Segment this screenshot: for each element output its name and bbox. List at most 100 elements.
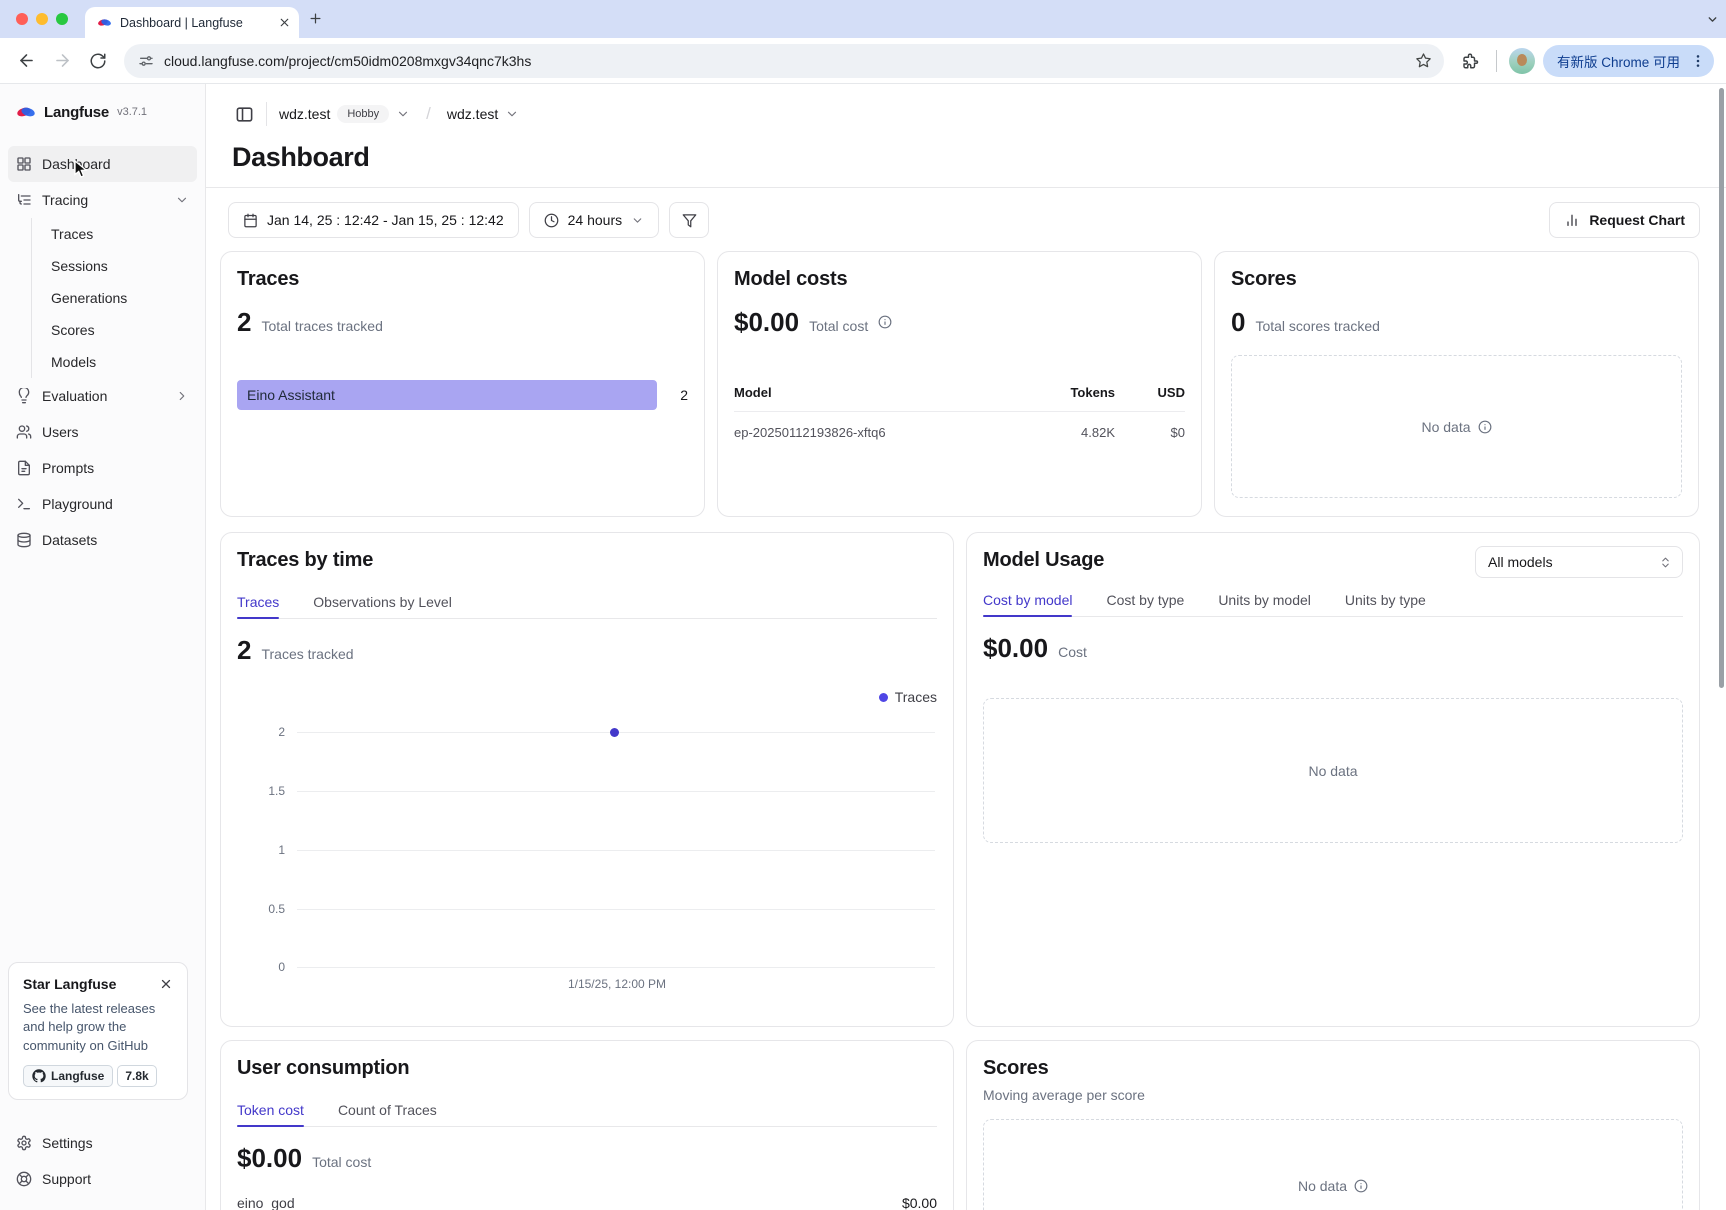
table-row[interactable]: ep-20250112193826-xftq6 4.82K $0	[734, 412, 1185, 440]
sidebar-item-label: Prompts	[42, 460, 94, 476]
sidebar-item-traces[interactable]: Traces	[51, 218, 197, 250]
date-range-button[interactable]: Jan 14, 25 : 12:42 - Jan 15, 25 : 12:42	[228, 202, 519, 238]
sidebar-item-settings[interactable]: Settings	[8, 1125, 197, 1161]
back-icon[interactable]	[12, 47, 40, 75]
request-chart-button[interactable]: Request Chart	[1549, 202, 1700, 238]
model-usage-cost-value: $0.00	[983, 633, 1048, 664]
y-tick: 2	[237, 725, 285, 739]
minimize-window-button[interactable]	[36, 13, 48, 25]
sidebar-item-evaluation[interactable]: Evaluation	[8, 378, 197, 414]
sidebar-item-datasets[interactable]: Datasets	[8, 522, 197, 558]
sidebar-item-models[interactable]: Models	[51, 346, 197, 378]
project-switcher[interactable]: wdz.test	[447, 106, 519, 122]
scores-bottom-card: Scores Moving average per score No data	[966, 1040, 1700, 1210]
github-icon	[32, 1069, 46, 1083]
sidebar-item-label: Scores	[51, 322, 95, 338]
no-data-placeholder: No data	[983, 698, 1683, 843]
project-name[interactable]: wdz.test	[447, 106, 498, 122]
model-costs-caption: Total cost	[809, 318, 868, 334]
sidebar-item-label: Generations	[51, 290, 127, 306]
sidebar-item-generations[interactable]: Generations	[51, 282, 197, 314]
chevron-down-icon	[631, 214, 644, 227]
org-name[interactable]: wdz.test	[279, 106, 330, 122]
user-consumption-tabs: Token cost Count of Traces	[237, 1102, 937, 1127]
request-chart-label: Request Chart	[1589, 212, 1685, 228]
tab-units-by-model[interactable]: Units by model	[1218, 592, 1311, 616]
chrome-update-button[interactable]: 有新版 Chrome 可用	[1543, 45, 1714, 77]
tab-count-of-traces[interactable]: Count of Traces	[338, 1102, 437, 1126]
traces-total-value: 2	[237, 307, 251, 338]
sidebar-item-sessions[interactable]: Sessions	[51, 250, 197, 282]
browser-menu-icon[interactable]	[1690, 53, 1706, 69]
sidebar-item-prompts[interactable]: Prompts	[8, 450, 197, 486]
traces-by-time-tabs: Traces Observations by Level	[237, 594, 937, 619]
time-preset-button[interactable]: 24 hours	[529, 202, 659, 238]
bookmark-star-icon[interactable]	[1415, 52, 1432, 69]
tab-cost-by-model[interactable]: Cost by model	[983, 592, 1072, 616]
close-window-button[interactable]	[16, 13, 28, 25]
tab-traces[interactable]: Traces	[237, 594, 279, 618]
model-tokens: 4.82K	[1020, 425, 1115, 440]
data-point[interactable]	[610, 728, 619, 737]
extensions-icon[interactable]	[1456, 47, 1484, 75]
sidebar-toggle-icon[interactable]	[235, 105, 254, 124]
sidebar-item-label: Playground	[42, 496, 113, 512]
sidebar-footer: Settings Support	[8, 1125, 197, 1197]
model-usd: $0	[1115, 425, 1185, 440]
reload-icon[interactable]	[84, 47, 112, 75]
plan-badge: Hobby	[337, 105, 389, 123]
sidebar-item-users[interactable]: Users	[8, 414, 197, 450]
list-item[interactable]: eino_god $0.00	[237, 1195, 937, 1210]
tab-close-icon[interactable]	[278, 16, 291, 29]
new-tab-button[interactable]	[308, 11, 323, 26]
sidebar-item-playground[interactable]: Playground	[8, 486, 197, 522]
y-tick: 0.5	[237, 902, 285, 916]
forward-icon[interactable]	[48, 47, 76, 75]
sidebar-item-support[interactable]: Support	[8, 1161, 197, 1197]
tab-observations-by-level[interactable]: Observations by Level	[313, 594, 452, 618]
url-bar[interactable]: cloud.langfuse.com/project/cm50idm0208mx…	[124, 44, 1444, 78]
tab-token-cost[interactable]: Token cost	[237, 1102, 304, 1126]
model-costs-value: $0.00	[734, 307, 799, 338]
header-rule	[206, 187, 1726, 188]
brand-version: v3.7.1	[117, 106, 147, 118]
close-icon[interactable]	[159, 977, 173, 991]
sidebar-item-scores[interactable]: Scores	[51, 314, 197, 346]
chart-legend: Traces	[237, 689, 937, 705]
model-filter-select[interactable]: All models	[1475, 546, 1683, 578]
calendar-icon	[243, 213, 258, 228]
brand-name: Langfuse	[44, 104, 109, 121]
sidebar-item-tracing[interactable]: Tracing	[8, 182, 197, 218]
filter-button[interactable]	[669, 202, 709, 238]
chevron-down-icon[interactable]	[505, 107, 519, 121]
profile-avatar[interactable]	[1509, 48, 1535, 74]
zoom-window-button[interactable]	[56, 13, 68, 25]
github-star-count[interactable]: 7.8k	[117, 1065, 156, 1087]
info-icon[interactable]	[878, 315, 892, 329]
chevron-right-icon	[175, 389, 189, 403]
y-tick: 0	[237, 960, 285, 974]
tab-cost-by-type[interactable]: Cost by type	[1106, 592, 1184, 616]
chevron-down-icon[interactable]	[396, 107, 410, 121]
tab-strip-chevron-icon[interactable]	[1706, 13, 1719, 26]
page-scrollbar[interactable]	[1719, 88, 1724, 688]
browser-tab[interactable]: Dashboard | Langfuse	[85, 7, 299, 38]
gridline	[297, 850, 935, 851]
github-star-button[interactable]: Langfuse	[23, 1065, 113, 1087]
info-icon[interactable]	[1478, 420, 1492, 434]
traces-card: Traces 2 Total traces tracked Eino Assis…	[220, 251, 705, 517]
scores-card: Scores 0 Total scores tracked No data	[1214, 251, 1699, 517]
model-name: ep-20250112193826-xftq6	[734, 425, 1020, 440]
star-card-title: Star Langfuse	[23, 976, 116, 992]
y-tick: 1.5	[237, 784, 285, 798]
sidebar-item-dashboard[interactable]: Dashboard	[8, 146, 197, 182]
url-text[interactable]: cloud.langfuse.com/project/cm50idm0208mx…	[164, 53, 1405, 69]
site-info-icon[interactable]	[138, 53, 154, 69]
trace-name-bar[interactable]: Eino Assistant	[237, 380, 657, 410]
info-icon[interactable]	[1354, 1179, 1368, 1193]
user-cost: $0.00	[902, 1195, 937, 1210]
tab-units-by-type[interactable]: Units by type	[1345, 592, 1426, 616]
breadcrumb-slash: /	[426, 104, 431, 124]
org-switcher[interactable]: wdz.test Hobby	[279, 105, 410, 123]
brand[interactable]: Langfuse v3.7.1	[8, 98, 197, 126]
